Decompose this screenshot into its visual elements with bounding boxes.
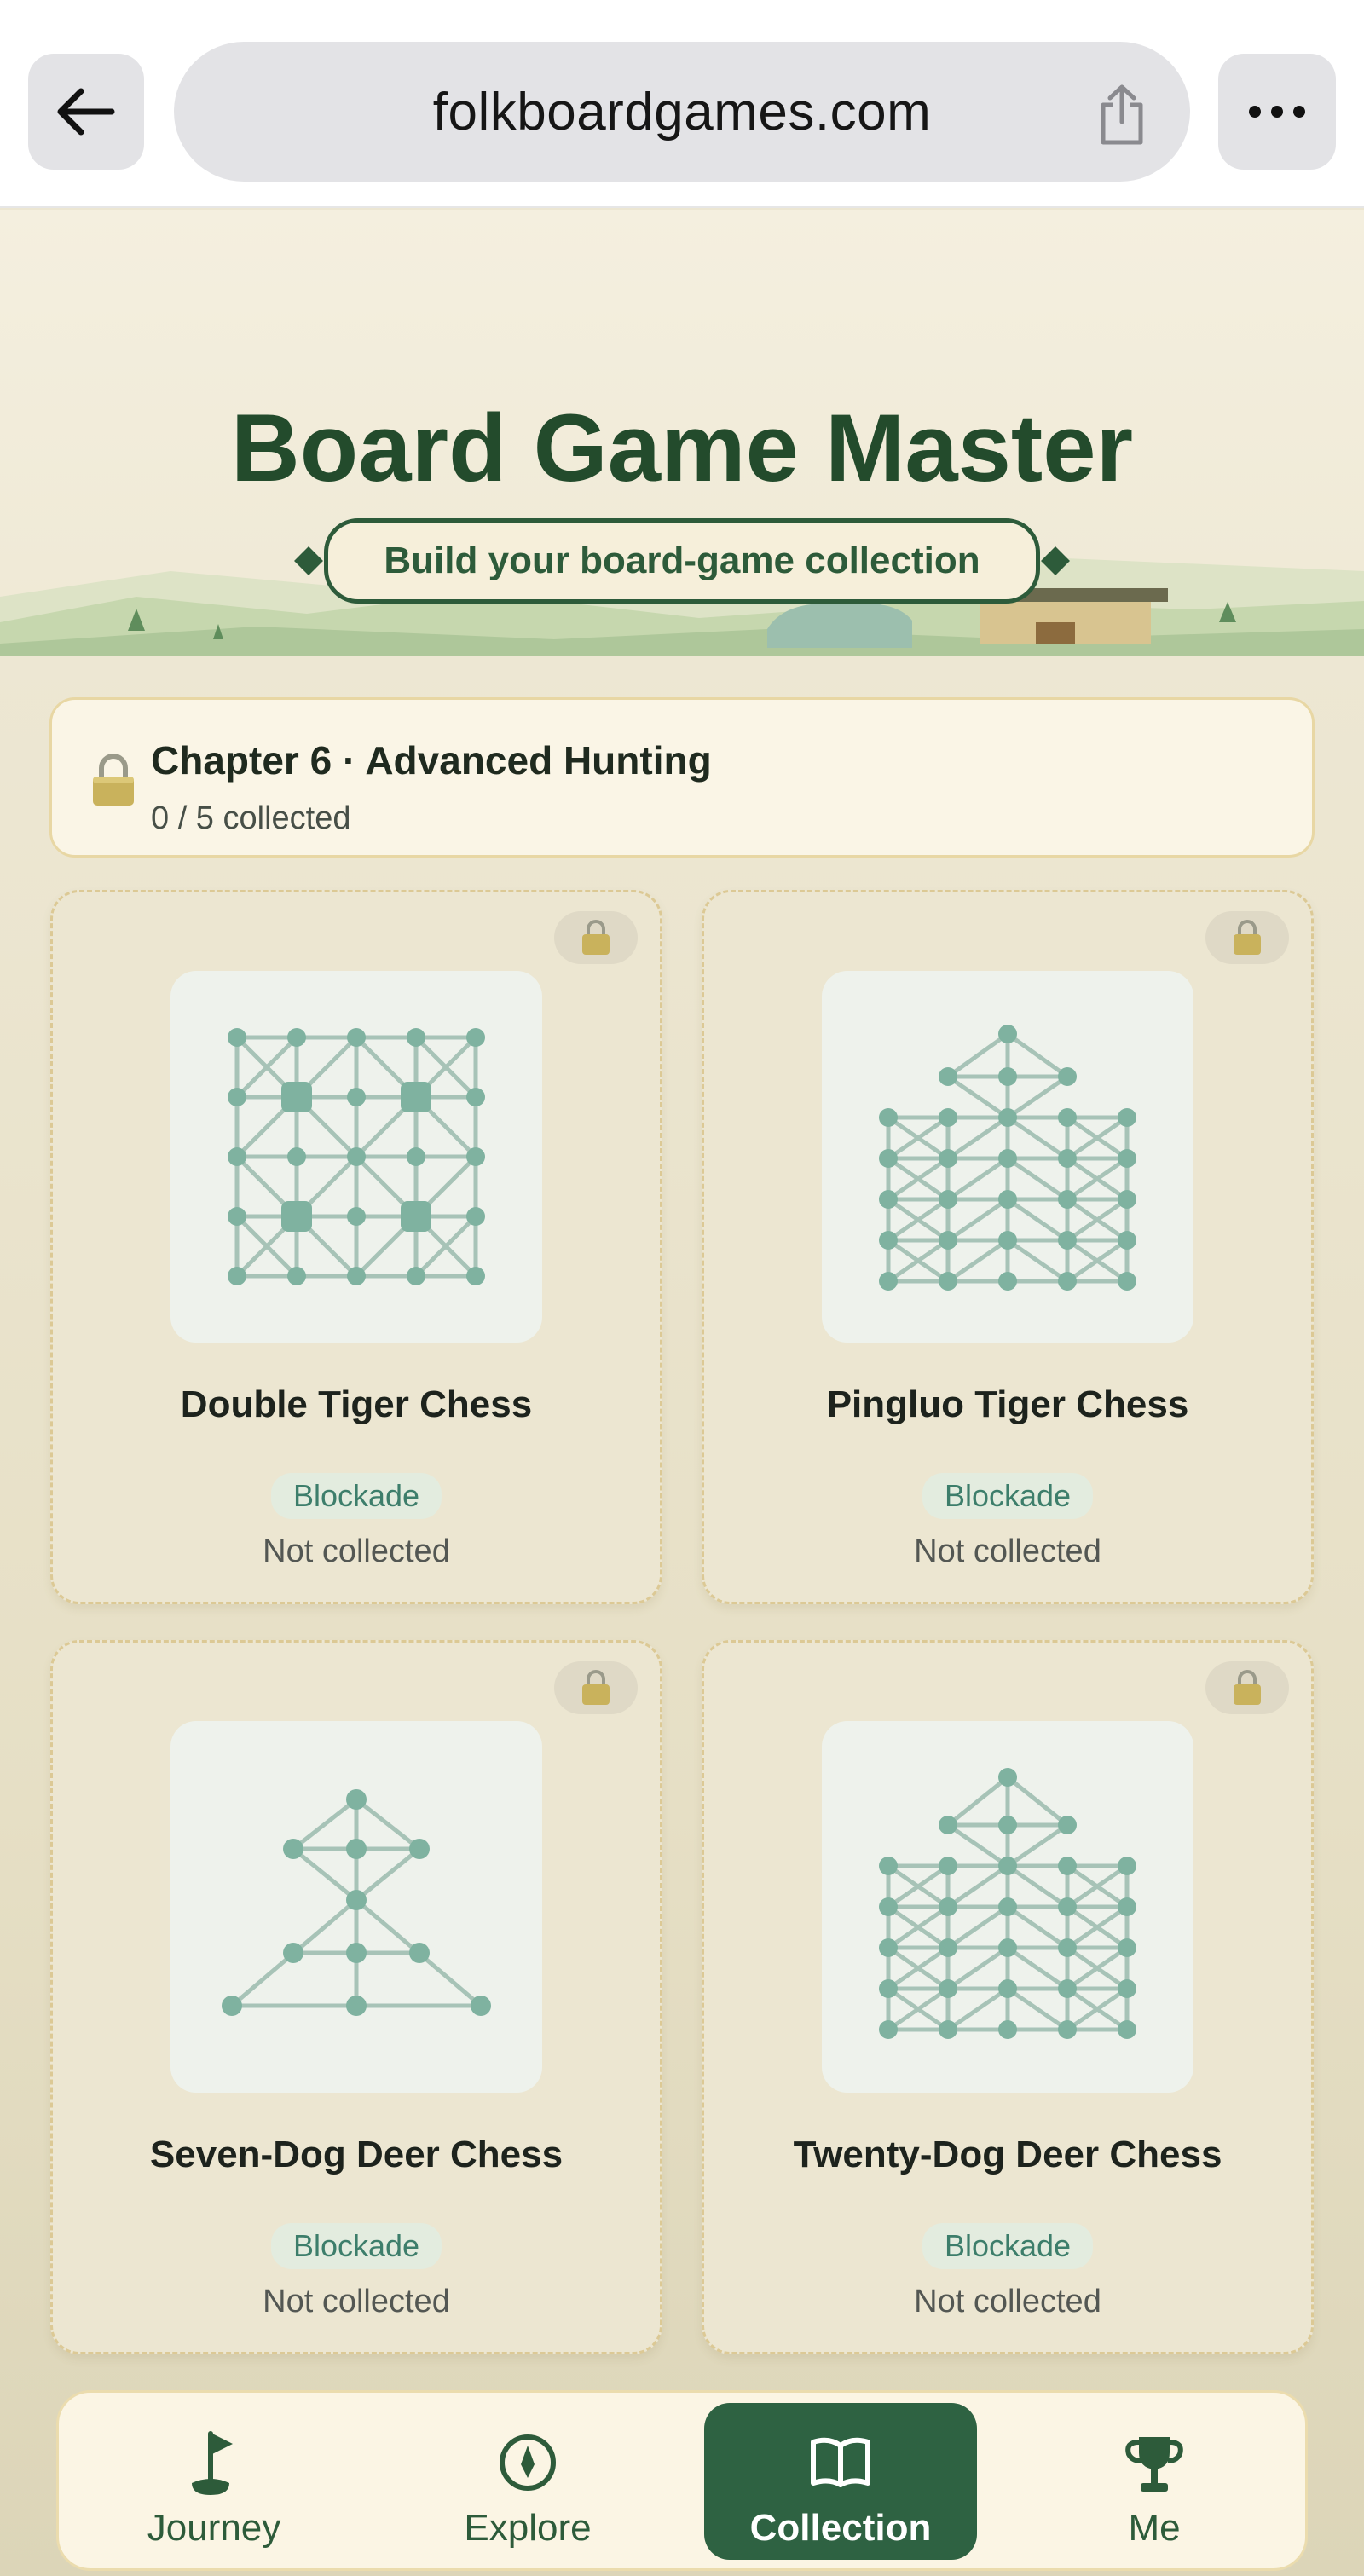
arrow-left-icon xyxy=(57,88,115,136)
game-card[interactable]: Double Tiger Chess Blockade Not collecte… xyxy=(50,890,662,1604)
more-button[interactable] xyxy=(1218,54,1336,170)
game-card[interactable]: Pingluo Tiger Chess Blockade Not collect… xyxy=(702,890,1314,1604)
address-bar[interactable]: folkboardgames.com xyxy=(174,42,1190,182)
collection-status: Not collected xyxy=(263,1533,450,1569)
board-preview xyxy=(822,1721,1194,2093)
card-lock-badge xyxy=(554,1661,638,1714)
card-lock-badge xyxy=(1205,911,1289,964)
nav-label: Collection xyxy=(749,2507,932,2549)
game-name: Pingluo Tiger Chess xyxy=(826,1383,1189,1425)
twenty-dog-deer-board-icon xyxy=(879,1768,1136,2039)
nav-item-journey[interactable]: Journey xyxy=(78,2403,350,2560)
nav-label: Journey xyxy=(147,2507,281,2549)
nav-item-collection[interactable]: Collection xyxy=(704,2403,977,2560)
game-name: Twenty-Dog Deer Chess xyxy=(793,2134,1222,2175)
game-name: Seven-Dog Deer Chess xyxy=(149,2134,564,2175)
share-icon[interactable] xyxy=(1095,84,1149,146)
book-icon xyxy=(811,2437,870,2487)
category-badge: Blockade xyxy=(270,2223,442,2269)
lock-icon xyxy=(93,754,134,806)
game-name: Double Tiger Chess xyxy=(180,1383,533,1425)
hero-banner: Board Game Master Build your board-game … xyxy=(0,210,1364,656)
nav-item-explore[interactable]: Explore xyxy=(391,2403,664,2560)
card-lock-badge xyxy=(554,911,638,964)
category-badge: Blockade xyxy=(922,1473,1094,1519)
collection-status: Not collected xyxy=(914,1533,1101,1569)
collection-status: Not collected xyxy=(914,2284,1101,2319)
pingluo-tiger-board-icon xyxy=(879,1025,1136,1291)
card-lock-badge xyxy=(1205,1661,1289,1714)
lock-icon xyxy=(1234,1670,1261,1705)
page-title: Board Game Master xyxy=(230,395,1134,501)
lock-icon xyxy=(582,1670,610,1705)
nav-item-me[interactable]: Me xyxy=(1018,2403,1291,2560)
bottom-navigation: Journey Explore Collection Me xyxy=(56,2390,1308,2571)
category-badge: Blockade xyxy=(270,1473,442,1519)
game-card[interactable]: Seven-Dog Deer Chess Blockade Not collec… xyxy=(50,1640,662,2354)
compass-icon xyxy=(500,2434,556,2491)
chapter-header[interactable]: Chapter 6 · Advanced Hunting 0 / 5 colle… xyxy=(49,697,1315,858)
lock-icon xyxy=(1234,920,1261,955)
chapter-title: Chapter 6 · Advanced Hunting xyxy=(151,738,712,783)
game-card[interactable]: Twenty-Dog Deer Chess Blockade Not colle… xyxy=(702,1640,1314,2354)
board-preview xyxy=(822,971,1194,1343)
browser-toolbar: folkboardgames.com xyxy=(0,0,1364,208)
more-dots-icon xyxy=(1249,106,1305,118)
board-preview xyxy=(170,1721,542,2093)
collection-status: Not collected xyxy=(263,2284,450,2319)
lock-icon xyxy=(582,920,610,955)
back-button[interactable] xyxy=(28,54,144,170)
category-badge: Blockade xyxy=(922,2223,1094,2269)
board-preview xyxy=(170,971,542,1343)
flag-icon xyxy=(192,2431,233,2495)
seven-dog-deer-board-icon xyxy=(222,1789,491,2016)
double-tiger-board-icon xyxy=(228,1028,485,1285)
url-text: folkboardgames.com xyxy=(432,82,932,142)
chapter-progress: 0 / 5 collected xyxy=(151,800,351,836)
nav-label: Explore xyxy=(464,2507,592,2549)
nav-label: Me xyxy=(1128,2507,1181,2549)
trophy-icon xyxy=(1125,2437,1183,2492)
subtitle-ribbon: Build your board-game collection xyxy=(324,518,1040,604)
